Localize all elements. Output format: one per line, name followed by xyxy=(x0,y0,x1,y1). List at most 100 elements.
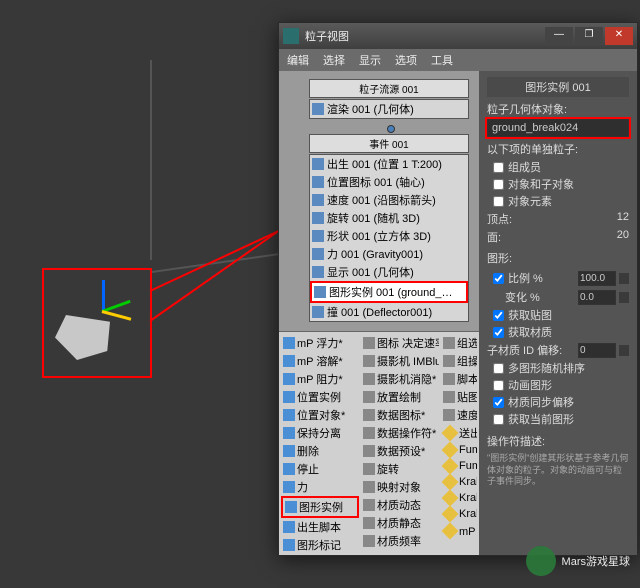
op-item[interactable]: 材质动态 xyxy=(361,496,439,514)
menu-edit[interactable]: 编辑 xyxy=(287,52,309,68)
faces-row: 面:20 xyxy=(487,228,629,246)
scale-spinner[interactable] xyxy=(578,269,629,287)
op-item[interactable]: 碰撞 xyxy=(361,550,439,553)
menu-tools[interactable]: 工具 xyxy=(431,52,453,68)
submat-spinner[interactable] xyxy=(578,342,629,358)
titlebar[interactable]: 粒子视图 — ❐ ✕ xyxy=(279,23,637,49)
op-position[interactable]: 位置图标 001 (轴心) xyxy=(327,174,425,190)
watermark: Mars游戏星球 xyxy=(526,546,630,576)
op-shape-instance-depot[interactable]: 图形实例 xyxy=(281,496,359,518)
op-icon xyxy=(442,474,459,491)
chk-anim-shape[interactable]: 动画图形 xyxy=(493,377,629,393)
op-item[interactable]: 组操 xyxy=(441,352,477,370)
op-item[interactable]: 位置实例 xyxy=(281,388,359,406)
op-icon xyxy=(363,499,375,511)
depot-col-1: mP 浮力* mP 溶解* mP 阻力* 位置实例 位置对象* 保持分离 删除 … xyxy=(281,334,359,553)
op-item[interactable]: 材质频率 xyxy=(361,532,439,550)
chk-sync-offset[interactable]: 材质同步偏移 xyxy=(493,394,629,410)
maximize-button[interactable]: ❐ xyxy=(575,27,603,45)
geom-label: 粒子几何体对象: xyxy=(487,101,629,117)
op-item[interactable]: 贴图 xyxy=(441,388,477,406)
op-item[interactable]: Fum xyxy=(441,442,477,458)
op-item[interactable]: 组选 xyxy=(441,334,477,352)
var-label: 变化 % xyxy=(487,289,540,305)
op-item[interactable]: 摄影机消隐* xyxy=(361,370,439,388)
menubar: 编辑 选择 显示 选项 工具 xyxy=(279,49,637,71)
op-icon xyxy=(283,481,295,493)
op-icon xyxy=(283,409,295,421)
op-item[interactable]: 材质静态 xyxy=(361,514,439,532)
app-icon xyxy=(283,28,299,44)
op-birth[interactable]: 出生 001 (位置 1 T:200) xyxy=(327,156,442,172)
close-button[interactable]: ✕ xyxy=(605,27,633,45)
op-icon xyxy=(363,391,375,403)
chk-acquire-current[interactable]: 获取当前图形 xyxy=(493,411,629,427)
chk-scale[interactable]: 比例 % xyxy=(493,270,543,286)
op-item[interactable]: 速度 xyxy=(441,406,477,424)
op-deflector[interactable]: 撞 001 (Deflector001) xyxy=(327,304,432,320)
op-desc-label: 操作符描述: xyxy=(487,433,629,449)
source-node[interactable]: 粒子流源 001 渲染 001 (几何体) xyxy=(309,79,469,119)
op-render[interactable]: 渲染 001 (几何体) xyxy=(327,101,414,117)
chk-group-member[interactable]: 组成员 xyxy=(493,159,629,175)
op-item[interactable]: 数据预设* xyxy=(361,442,439,460)
node-title[interactable]: 粒子流源 001 xyxy=(309,79,469,98)
menu-options[interactable]: 选项 xyxy=(395,52,417,68)
op-icon xyxy=(442,490,459,507)
op-item[interactable]: 停止 xyxy=(281,460,359,478)
submat-label: 子材质 ID 偏移: xyxy=(487,342,562,358)
link-dot[interactable] xyxy=(387,125,395,133)
chk-multi-random[interactable]: 多图形随机排序 xyxy=(493,360,629,376)
op-item[interactable]: mP 阻力* xyxy=(281,370,359,388)
rollout-title[interactable]: 图形实例 001 xyxy=(487,77,629,97)
op-item[interactable]: 图形标记 xyxy=(281,536,359,553)
op-item[interactable]: 送出 xyxy=(441,424,477,442)
op-rotation[interactable]: 旋转 001 (随机 3D) xyxy=(327,210,420,226)
window-title: 粒子视图 xyxy=(305,28,545,44)
op-item[interactable]: mP 浮力* xyxy=(281,334,359,352)
op-display[interactable]: 显示 001 (几何体) xyxy=(327,264,414,280)
op-icon xyxy=(363,517,375,529)
op-item[interactable]: 映射对象 xyxy=(361,478,439,496)
op-item[interactable]: 位置对象* xyxy=(281,406,359,424)
minimize-button[interactable]: — xyxy=(545,27,573,45)
shape-instance-icon xyxy=(314,286,326,298)
op-item[interactable]: mP 碰 xyxy=(441,522,477,540)
menu-select[interactable]: 选择 xyxy=(323,52,345,68)
op-item[interactable]: 出生脚本 xyxy=(281,518,359,536)
chk-acquire-map[interactable]: 获取贴图 xyxy=(493,307,629,323)
op-item[interactable]: 图标 决定速率 xyxy=(361,334,439,352)
menu-display[interactable]: 显示 xyxy=(359,52,381,68)
op-item[interactable]: 删除 xyxy=(281,442,359,460)
op-item[interactable]: 摄影机 IMBlur* xyxy=(361,352,439,370)
chk-obj-children[interactable]: 对象和子对象 xyxy=(493,176,629,192)
geom-object-button[interactable]: ground_break024 xyxy=(487,119,629,137)
op-icon xyxy=(283,355,295,367)
op-icon xyxy=(283,337,295,349)
depot-col-3: 组选 组操 脚本 贴图 速度 送出 Fum Fum Krak Krak Krak… xyxy=(441,334,477,553)
op-icon xyxy=(283,521,295,533)
op-shape-instance[interactable]: 图形实例 001 (ground_… xyxy=(329,284,453,300)
chk-obj-elements[interactable]: 对象元素 xyxy=(493,193,629,209)
op-item[interactable]: mP 溶解* xyxy=(281,352,359,370)
event-node[interactable]: 事件 001 出生 001 (位置 1 T:200) 位置图标 001 (轴心)… xyxy=(309,134,469,322)
op-item[interactable]: Krak xyxy=(441,506,477,522)
schematic-canvas[interactable]: 粒子流源 001 渲染 001 (几何体) 事件 001 出生 001 (位置 … xyxy=(279,71,479,331)
op-speed[interactable]: 速度 001 (沿图标箭头) xyxy=(327,192,436,208)
op-icon xyxy=(285,501,297,513)
op-item[interactable]: Krak xyxy=(441,490,477,506)
op-item[interactable]: 脚本 xyxy=(441,370,477,388)
variation-spinner[interactable] xyxy=(578,289,629,305)
op-shape[interactable]: 形状 001 (立方体 3D) xyxy=(327,228,431,244)
chk-acquire-mat[interactable]: 获取材质 xyxy=(493,324,629,340)
op-item[interactable]: Krak xyxy=(441,474,477,490)
op-item[interactable]: Fum xyxy=(441,458,477,474)
op-force[interactable]: 力 001 (Gravity001) xyxy=(327,246,423,262)
op-item[interactable]: 放置绘制 xyxy=(361,388,439,406)
node-title[interactable]: 事件 001 xyxy=(309,134,469,153)
op-item[interactable]: 数据图标* xyxy=(361,406,439,424)
op-item[interactable]: 旋转 xyxy=(361,460,439,478)
op-item[interactable]: 数据操作符* xyxy=(361,424,439,442)
op-item[interactable]: 力 xyxy=(281,478,359,496)
op-item[interactable]: 保持分离 xyxy=(281,424,359,442)
